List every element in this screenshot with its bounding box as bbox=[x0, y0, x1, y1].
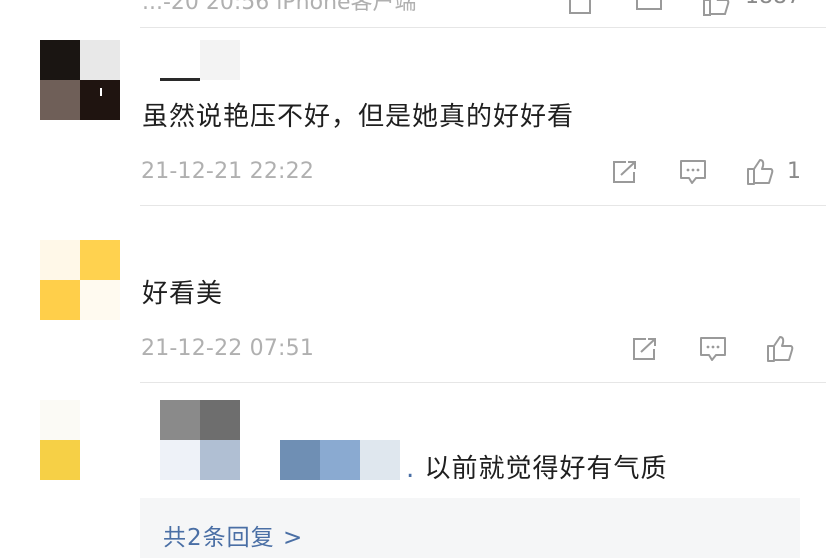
username-redacted[interactable] bbox=[160, 400, 400, 480]
divider bbox=[140, 27, 826, 28]
comment-timestamp: 21-12-22 07:51 bbox=[141, 336, 315, 361]
avatar[interactable] bbox=[40, 40, 120, 120]
username-redacted[interactable] bbox=[160, 40, 240, 81]
avatar[interactable] bbox=[40, 400, 120, 480]
comment-icon[interactable] bbox=[677, 156, 709, 188]
comment-text: . 以前就觉得好有气质 bbox=[406, 454, 668, 484]
avatar[interactable] bbox=[40, 240, 120, 320]
like-icon[interactable] bbox=[744, 155, 776, 187]
reply-summary-box[interactable]: 共2条回复 > bbox=[140, 498, 800, 558]
top-meta-text: ...-20 20:56 iPhone客户端 bbox=[142, 0, 417, 15]
share-icon[interactable] bbox=[609, 156, 641, 188]
share-icon[interactable] bbox=[629, 333, 661, 365]
like-icon[interactable] bbox=[700, 0, 732, 18]
comment-icon[interactable] bbox=[697, 333, 729, 365]
divider bbox=[140, 382, 826, 383]
share-icon[interactable] bbox=[565, 0, 597, 18]
view-replies-link[interactable]: 共2条回复 > bbox=[163, 518, 303, 552]
like-icon[interactable] bbox=[764, 332, 796, 364]
comment-timestamp: 21-12-21 22:22 bbox=[141, 159, 315, 184]
divider bbox=[140, 205, 826, 206]
like-count: 1887 bbox=[745, 0, 801, 9]
comment-text: 虽然说艳压不好，但是她真的好好看 bbox=[142, 102, 575, 132]
comment-icon[interactable] bbox=[633, 0, 665, 18]
like-count: 1 bbox=[787, 159, 801, 184]
comment-text-body: 以前就觉得好有气质 bbox=[424, 454, 668, 484]
comment-text: 好看美 bbox=[142, 279, 224, 309]
